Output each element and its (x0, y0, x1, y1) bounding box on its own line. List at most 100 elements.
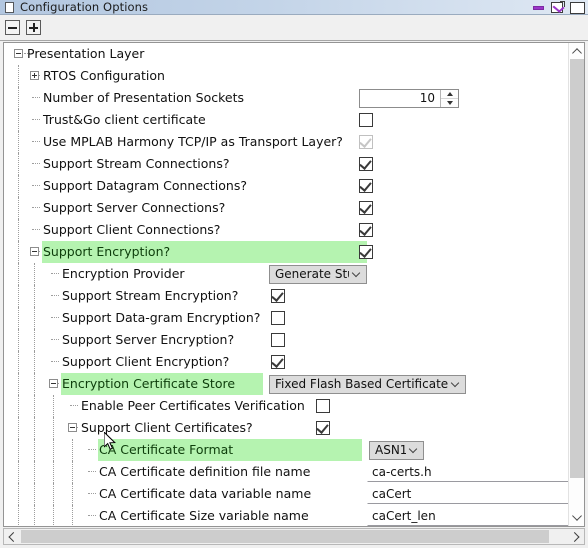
scroll-down-button[interactable] (569, 510, 584, 526)
presentation-sockets-stepper[interactable]: 10 (359, 89, 459, 108)
tree-row-label[interactable]: Encryption Certificate Store (61, 373, 263, 395)
tree-row[interactable]: CA Certificate definition file name ca-ce… (4, 461, 569, 483)
tree-row-label[interactable]: Enable Peer Certificates Verification (80, 395, 306, 417)
tree-guide-line (18, 65, 20, 87)
tree-row[interactable]: Use MPLAB Harmony TCP/IP as Transport La… (4, 131, 569, 153)
checkbox[interactable] (271, 289, 285, 303)
tree-guide-line (34, 351, 36, 373)
tree-row-label[interactable]: Number of Presentation Sockets (42, 87, 245, 109)
tree-row[interactable]: Encryption Provider Generate Stub (4, 263, 569, 285)
tree-row[interactable]: CA Certificate data variable name caCert (4, 483, 569, 505)
tree-row-label[interactable]: Support Datagram Connections? (42, 175, 248, 197)
tree-row-label[interactable]: Support Client Encryption? (61, 351, 230, 373)
certificate-store-dropdown[interactable]: Fixed Flash Based Certificate Repo (269, 375, 466, 394)
checkbox[interactable] (359, 201, 373, 215)
tree-row[interactable]: Support Stream Connections? (4, 153, 569, 175)
tree-row[interactable]: Support Stream Encryption? (4, 285, 569, 307)
text-input[interactable]: ca-certs.h (367, 462, 569, 482)
tree-row[interactable]: CA Certificate Format ASN1 (4, 439, 569, 461)
chevron-down-icon (572, 510, 582, 521)
tree-guide-line (18, 131, 20, 153)
tree-guide-stub (88, 515, 96, 517)
minus-icon (8, 27, 17, 29)
tree-row[interactable]: Support Datagram Connections? (4, 175, 569, 197)
tree-viewport[interactable]: Presentation Layer RTOS Configuration Numb… (4, 43, 569, 526)
stepper-value[interactable]: 10 (360, 90, 440, 107)
checkbox[interactable] (359, 113, 373, 127)
tree-row-label[interactable]: CA Certificate Format (98, 439, 362, 461)
tree-row[interactable]: Support Server Connections? (4, 197, 569, 219)
tree-row[interactable]: Support Client Certificates? (4, 417, 569, 439)
check-icon (359, 223, 372, 236)
checkbox[interactable] (359, 179, 373, 193)
maximize-icon[interactable] (570, 1, 585, 14)
tree-row[interactable]: Support Encryption? (4, 241, 569, 263)
tree-collapse-toggle-icon[interactable] (14, 49, 23, 58)
restore-icon[interactable] (551, 1, 565, 13)
tree-row-label[interactable]: RTOS Configuration (42, 65, 166, 87)
tree-row[interactable]: Number of Presentation Sockets 10 (4, 87, 569, 109)
tree-guide-stub (32, 229, 40, 231)
tree-row-label[interactable]: Support Server Encryption? (61, 329, 235, 351)
check-icon (316, 421, 329, 434)
tree-row-label[interactable]: Use MPLAB Harmony TCP/IP as Transport La… (42, 131, 344, 153)
tree-row-label[interactable]: Support Server Connections? (42, 197, 226, 219)
tree-row-label[interactable]: Encryption Provider (61, 263, 186, 285)
ca-certificate-format-dropdown[interactable]: ASN1 (369, 441, 424, 460)
scroll-up-button[interactable] (569, 43, 584, 59)
tree-guide-stub (51, 273, 59, 275)
tree-row-label[interactable]: Support Stream Connections? (42, 153, 230, 175)
tree-row-label[interactable]: CA Certificate Size variable name (98, 505, 310, 526)
tree-row-label[interactable]: Support Stream Encryption? (61, 285, 239, 307)
collapse-all-button[interactable] (5, 20, 20, 35)
tree-row-label[interactable]: Support Client Connections? (42, 219, 221, 241)
tree-row-label[interactable]: CA Certificate definition file name (98, 461, 311, 483)
expand-all-button[interactable] (26, 20, 41, 35)
checkbox[interactable] (271, 355, 285, 369)
checkbox[interactable] (359, 245, 373, 259)
vertical-scrollbar-thumb[interactable] (570, 59, 584, 478)
tree-row-label[interactable]: Support Data-gram Encryption? (61, 307, 261, 329)
checkbox[interactable] (359, 223, 373, 237)
tree-guide-line (72, 505, 74, 526)
checkbox[interactable] (271, 311, 285, 325)
horizontal-scrollbar-thumb[interactable] (21, 530, 549, 543)
tree-row[interactable]: Enable Peer Certificates Verification (4, 395, 569, 417)
tree-guide-stub (88, 449, 96, 451)
tree-expand-toggle-icon[interactable] (30, 71, 39, 80)
stepper-decrement-button[interactable] (441, 99, 458, 107)
chevron-down-icon (452, 380, 461, 389)
text-input[interactable]: caCert_len (367, 506, 569, 526)
tree-row[interactable]: RTOS Configuration (4, 65, 569, 87)
scroll-right-button[interactable] (568, 529, 584, 544)
tree-row[interactable]: Support Data-gram Encryption? (4, 307, 569, 329)
checkbox[interactable] (271, 333, 285, 347)
tree-row[interactable]: Trust&Go client certificate (4, 109, 569, 131)
minimize-icon[interactable] (533, 5, 544, 10)
checkbox[interactable] (316, 421, 330, 435)
checkbox[interactable] (359, 157, 373, 171)
encryption-provider-dropdown[interactable]: Generate Stub (269, 265, 367, 284)
tree-row[interactable]: Support Client Encryption? (4, 351, 569, 373)
tree-row[interactable]: Support Client Connections? (4, 219, 569, 241)
tree-collapse-toggle-icon[interactable] (68, 423, 77, 432)
tree-row[interactable]: Support Server Encryption? (4, 329, 569, 351)
checkbox[interactable] (316, 399, 330, 413)
tree-row-label[interactable]: Presentation Layer (26, 43, 145, 65)
scroll-left-button[interactable] (4, 529, 20, 544)
checkbox (359, 135, 373, 149)
tree-row-label[interactable]: Trust&Go client certificate (42, 109, 207, 131)
tree-guide-line (18, 373, 20, 395)
tree-row-label[interactable]: CA Certificate data variable name (98, 483, 312, 505)
tree-row[interactable]: Presentation Layer (4, 43, 569, 65)
tree-row-label[interactable]: Support Client Certificates? (80, 417, 254, 439)
tree-row[interactable]: CA Certificate Size variable name caCert_… (4, 505, 569, 526)
tree-collapse-toggle-icon[interactable] (49, 379, 58, 388)
tree-collapse-toggle-icon[interactable] (30, 247, 39, 256)
vertical-scrollbar[interactable] (568, 43, 584, 526)
text-input[interactable]: caCert (367, 484, 569, 504)
horizontal-scrollbar[interactable] (3, 528, 585, 545)
stepper-increment-button[interactable] (441, 90, 458, 99)
tree-row-label[interactable]: Support Encryption? (42, 241, 367, 263)
tree-row[interactable]: Encryption Certificate Store Fixed Flash … (4, 373, 569, 395)
